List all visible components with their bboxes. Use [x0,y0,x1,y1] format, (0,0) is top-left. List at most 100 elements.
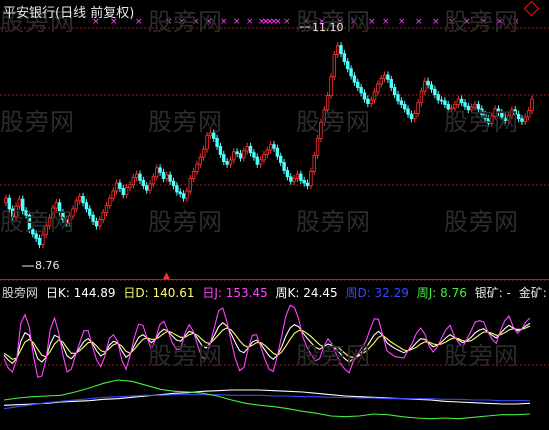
candle [352,75,357,83]
legend-weekly-k: 周K: 24.45 [275,286,338,300]
candle [356,81,360,88]
candle [74,200,79,210]
watermark: 股旁网 [296,208,371,236]
candle [191,171,196,179]
candle [349,68,353,77]
candle [168,174,172,182]
candle [181,193,186,199]
candle [161,171,166,179]
candle [235,151,239,154]
candle [396,94,400,102]
candle [329,76,333,96]
candle [433,88,437,96]
candle [242,150,246,159]
candle [238,153,243,159]
candle [178,191,182,195]
candle [84,202,89,210]
candle [526,110,531,118]
legend-daily-j: 日J: 153.45 [202,286,268,300]
candle [78,196,82,202]
candle [118,182,122,189]
candle [171,180,176,187]
candle [413,112,417,120]
candle [302,179,306,184]
candle [339,45,343,54]
watermark: 股旁网 [0,208,75,236]
candle [309,171,313,187]
legend-name: 股旁网 [2,286,39,300]
candle [423,80,427,92]
watermark: 股旁网 [148,108,223,136]
low-price-label: 8.76 [35,259,60,272]
candle [362,92,367,100]
watermark: 股旁网 [444,8,519,36]
watermark: 股旁网 [148,208,223,236]
candle [530,98,534,112]
candle [215,137,219,147]
signal-marker: × [382,17,390,27]
candle [262,154,266,161]
candle [376,83,380,93]
candle [409,113,414,120]
signal-marker: × [135,17,143,27]
watermark: 股旁网 [444,108,519,136]
candle [342,53,347,63]
watermark: 股旁网 [0,108,75,136]
candle [275,147,280,157]
watermark: 股旁网 [444,208,519,236]
candle [372,91,377,101]
candle [111,190,115,199]
candle [225,161,229,165]
watermark: 股旁网 [148,342,223,370]
candle [98,219,102,227]
candle [131,177,136,186]
candle [37,237,42,246]
candle [312,154,316,172]
candle [88,208,92,216]
candle [426,80,430,86]
candle [248,146,253,154]
indicator-line [3,389,531,406]
candle [258,159,263,165]
candle [175,185,179,193]
candle [523,116,527,122]
candle [134,173,139,179]
candle [218,146,223,155]
candle [91,214,95,222]
legend-daily-k: 日K: 144.89 [45,286,116,300]
signal-marker: × [398,17,406,27]
candle [332,54,337,78]
candle [195,163,199,172]
candle [305,182,310,187]
candle [389,79,393,88]
candle [151,176,156,185]
candle [392,87,397,96]
candle [94,221,99,227]
signal-marker: × [246,17,254,27]
candle [201,148,206,158]
indicator-legend: 股旁网 日K: 144.89 日D: 140.61 日J: 153.45 周K:… [2,284,549,301]
buy-signal-arrow: ▲ [163,271,170,281]
candle [289,176,293,182]
candle [198,156,203,165]
watermark: 股旁网 [296,108,371,136]
chart-area: × × × × × × × × × × × × × × × × × × × × × × × × × × × × × × × ▲ 股旁网 股旁网… [0,0,549,426]
candle [128,184,132,188]
candle [382,74,387,79]
legend-daily-d: 日D: 140.61 [123,286,195,300]
legend-gold: 金矿: - [518,286,549,300]
candle [268,144,273,151]
candle [419,90,424,104]
candle [335,45,340,55]
candle [265,149,270,155]
candle [81,196,85,204]
candle [108,197,112,206]
candle [155,167,159,178]
signal-marker: × [233,17,241,27]
candle [104,204,109,213]
candle [245,146,249,152]
candle [158,167,162,173]
candle [315,137,320,156]
candle [252,152,256,158]
candle [406,108,410,115]
